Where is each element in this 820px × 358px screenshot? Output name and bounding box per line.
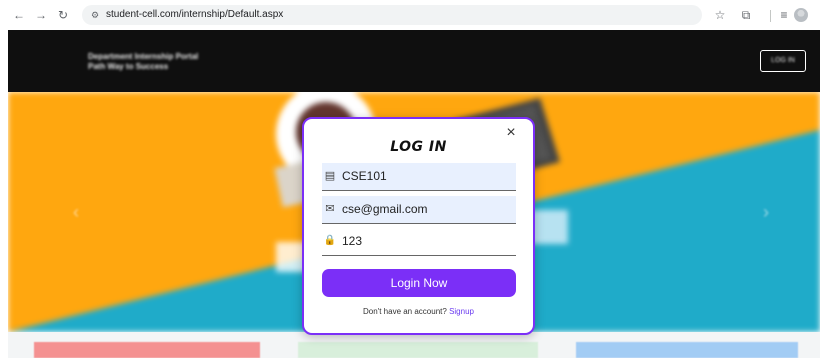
email-input[interactable]: [342, 200, 512, 218]
signup-link[interactable]: Signup: [449, 307, 474, 316]
site-info-icon[interactable]: ⚙: [88, 8, 102, 22]
username-input[interactable]: [342, 167, 512, 185]
username-field: ▤: [322, 163, 516, 191]
extensions-icon[interactable]: ⧉: [738, 7, 754, 23]
address-url: student-cell.com/internship/Default.aspx: [106, 9, 284, 20]
reload-icon[interactable]: ↻: [56, 8, 70, 22]
address-bar[interactable]: ⚙ student-cell.com/internship/Default.as…: [82, 5, 702, 25]
forward-icon[interactable]: →: [34, 8, 48, 22]
signup-prompt: Don't have an account? Signup: [304, 307, 533, 316]
signup-prompt-text: Don't have an account?: [363, 307, 447, 316]
login-now-button[interactable]: Login Now: [322, 269, 516, 297]
web-page: Department Internship Portal Path Way to…: [8, 30, 820, 358]
browser-toolbar: ← → ↻ ⚙ student-cell.com/internship/Defa…: [0, 0, 820, 30]
login-modal: × LOG IN ▤ ✉ 🔒 Login Now Don't have an a…: [302, 117, 535, 335]
profile-avatar[interactable]: [794, 8, 808, 22]
back-icon[interactable]: ←: [12, 8, 26, 22]
bookmark-star-icon[interactable]: ☆: [712, 7, 728, 23]
id-card-icon: ▤: [324, 170, 336, 182]
password-input[interactable]: [342, 232, 512, 250]
toolbar-divider: [770, 10, 771, 22]
login-title: LOG IN: [390, 139, 447, 155]
password-field: 🔒: [322, 228, 516, 256]
lock-icon: 🔒: [323, 235, 337, 246]
envelope-icon: ✉: [325, 203, 335, 215]
email-field: ✉: [322, 196, 516, 224]
tab-search-icon[interactable]: ≡: [776, 7, 792, 23]
